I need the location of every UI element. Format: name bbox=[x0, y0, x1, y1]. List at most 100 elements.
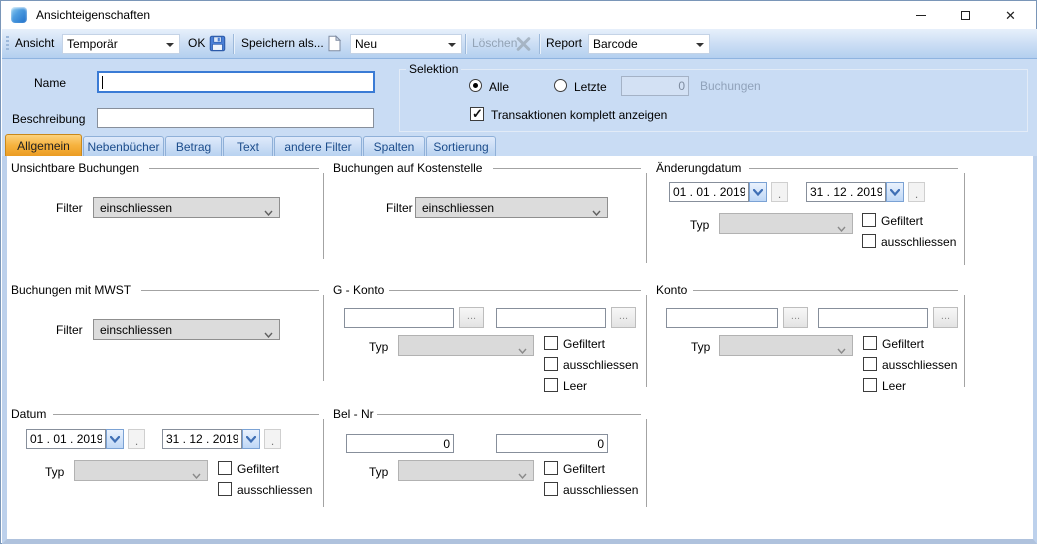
datum-to-dot-button[interactable]: . bbox=[264, 429, 281, 449]
konto-ausschliessen-checkbox[interactable] bbox=[863, 357, 877, 371]
konto-leer-checkbox[interactable] bbox=[863, 378, 877, 392]
datum-typ-combobox[interactable] bbox=[74, 460, 208, 481]
aenderungdatum-to-input[interactable] bbox=[806, 182, 886, 202]
konto-typ-combobox[interactable] bbox=[719, 335, 853, 356]
datum-to-input[interactable] bbox=[162, 429, 242, 449]
aenderungdatum-to-dot-button[interactable]: . bbox=[908, 182, 925, 202]
new-document-icon[interactable] bbox=[327, 35, 342, 55]
beschreibung-input[interactable] bbox=[97, 108, 374, 128]
delete-button: Löschen bbox=[472, 29, 517, 58]
datum-from-dot-button[interactable]: . bbox=[128, 429, 145, 449]
unsichtbare-filter-value: einschliessen bbox=[100, 201, 172, 215]
konto-gefiltert-checkbox[interactable] bbox=[863, 336, 877, 350]
datum-from-input[interactable] bbox=[26, 429, 106, 449]
konto-to-browse-button[interactable]: ... bbox=[933, 307, 958, 328]
close-button[interactable]: ✕ bbox=[988, 1, 1033, 29]
aenderungdatum-to-dropdown[interactable] bbox=[886, 182, 904, 202]
radio-alle[interactable] bbox=[469, 79, 482, 92]
ausschliessen-label[interactable]: ausschliessen bbox=[563, 358, 638, 372]
belnr-ausschliessen-checkbox[interactable] bbox=[544, 482, 558, 496]
gkonto-from-browse-button[interactable]: ... bbox=[459, 307, 484, 328]
tab-spalten[interactable]: Spalten bbox=[363, 136, 425, 156]
gefiltert-label[interactable]: Gefiltert bbox=[881, 214, 923, 228]
gkonto-ausschliessen-checkbox[interactable] bbox=[544, 357, 558, 371]
chevron-down-icon bbox=[448, 43, 456, 47]
ausschliessen-label[interactable]: ausschliessen bbox=[881, 235, 956, 249]
name-input[interactable] bbox=[97, 71, 375, 93]
konto-from-browse-button[interactable]: ... bbox=[783, 307, 808, 328]
kostenstelle-filter-combobox[interactable]: einschliessen bbox=[415, 197, 608, 218]
mwst-filter-combobox[interactable]: einschliessen bbox=[93, 319, 280, 340]
column-divider bbox=[646, 173, 647, 263]
radio-letzte[interactable] bbox=[554, 79, 567, 92]
tab-text[interactable]: Text bbox=[223, 136, 273, 156]
new-combobox[interactable]: Neu bbox=[350, 34, 462, 54]
report-combobox[interactable]: Barcode bbox=[588, 34, 710, 54]
tab-sortierung[interactable]: Sortierung bbox=[426, 136, 496, 156]
new-combobox-value: Neu bbox=[355, 37, 377, 51]
column-divider bbox=[964, 295, 965, 387]
gkonto-from-input[interactable] bbox=[344, 308, 454, 328]
delete-x-icon bbox=[515, 37, 532, 54]
gefiltert-label[interactable]: Gefiltert bbox=[882, 337, 924, 351]
konto-to-input[interactable] bbox=[818, 308, 928, 328]
group-title-g-konto: G - Konto bbox=[333, 283, 384, 297]
chevron-down-icon bbox=[518, 468, 527, 482]
ausschliessen-label[interactable]: ausschliessen bbox=[237, 483, 312, 497]
minimize-button[interactable] bbox=[898, 1, 943, 29]
radio-letzte-label[interactable]: Letzte bbox=[574, 80, 607, 94]
tab-betrag[interactable]: Betrag bbox=[165, 136, 222, 156]
maximize-button[interactable] bbox=[943, 1, 988, 29]
ok-button[interactable]: OK bbox=[188, 29, 205, 58]
aenderungdatum-from-dropdown[interactable] bbox=[749, 182, 767, 202]
gefiltert-label[interactable]: Gefiltert bbox=[237, 462, 279, 476]
group-title-aenderungdatum: Änderungdatum bbox=[656, 161, 741, 175]
minimize-icon bbox=[916, 15, 926, 16]
tab-allgemein[interactable]: Allgemein bbox=[5, 134, 82, 156]
gkonto-to-browse-button[interactable]: ... bbox=[611, 307, 636, 328]
group-divider bbox=[389, 290, 641, 291]
datum-from-dropdown[interactable] bbox=[106, 429, 124, 449]
typ-label: Typ bbox=[690, 218, 709, 232]
transaktionen-label[interactable]: Transaktionen komplett anzeigen bbox=[491, 108, 667, 122]
chevron-down-icon bbox=[264, 327, 273, 341]
ausschliessen-label[interactable]: ausschliessen bbox=[563, 483, 638, 497]
radio-alle-label[interactable]: Alle bbox=[489, 80, 509, 94]
ausschliessen-label[interactable]: ausschliessen bbox=[882, 358, 957, 372]
save-as-button[interactable]: Speichern als... bbox=[241, 29, 324, 58]
transaktionen-checkbox[interactable] bbox=[470, 107, 484, 121]
gefiltert-label[interactable]: Gefiltert bbox=[563, 337, 605, 351]
tab-andere-filter[interactable]: andere Filter bbox=[274, 136, 362, 156]
aenderungdatum-from-input[interactable] bbox=[669, 182, 749, 202]
gefiltert-label[interactable]: Gefiltert bbox=[563, 462, 605, 476]
belnr-typ-combobox[interactable] bbox=[398, 460, 534, 481]
toolbar: Ansicht Temporär OK Speichern als... Neu bbox=[2, 29, 1037, 59]
datum-to-dropdown[interactable] bbox=[242, 429, 260, 449]
tab-nebenbuecher[interactable]: Nebenbücher bbox=[83, 136, 164, 156]
belnr-to-input[interactable] bbox=[496, 434, 608, 453]
column-divider bbox=[323, 419, 324, 507]
toolbar-grip[interactable] bbox=[6, 36, 9, 52]
gkonto-gefiltert-checkbox[interactable] bbox=[544, 336, 558, 350]
name-label: Name bbox=[34, 76, 66, 90]
group-divider bbox=[149, 168, 319, 169]
aenderungdatum-typ-combobox[interactable] bbox=[719, 213, 853, 234]
belnr-gefiltert-checkbox[interactable] bbox=[544, 461, 558, 475]
unsichtbare-filter-combobox[interactable]: einschliessen bbox=[93, 197, 280, 218]
gkonto-typ-combobox[interactable] bbox=[398, 335, 534, 356]
group-divider bbox=[141, 290, 319, 291]
belnr-from-input[interactable] bbox=[346, 434, 454, 453]
leer-label[interactable]: Leer bbox=[563, 379, 587, 393]
leer-label[interactable]: Leer bbox=[882, 379, 906, 393]
save-icon[interactable] bbox=[209, 35, 226, 55]
close-icon: ✕ bbox=[1005, 9, 1016, 22]
aenderungdatum-from-dot-button[interactable]: . bbox=[771, 182, 788, 202]
datum-gefiltert-checkbox[interactable] bbox=[218, 461, 232, 475]
aenderungdatum-gefiltert-checkbox[interactable] bbox=[862, 213, 876, 227]
gkonto-to-input[interactable] bbox=[496, 308, 606, 328]
datum-ausschliessen-checkbox[interactable] bbox=[218, 482, 232, 496]
konto-from-input[interactable] bbox=[666, 308, 778, 328]
gkonto-leer-checkbox[interactable] bbox=[544, 378, 558, 392]
view-combobox[interactable]: Temporär bbox=[62, 34, 180, 54]
aenderungdatum-ausschliessen-checkbox[interactable] bbox=[862, 234, 876, 248]
